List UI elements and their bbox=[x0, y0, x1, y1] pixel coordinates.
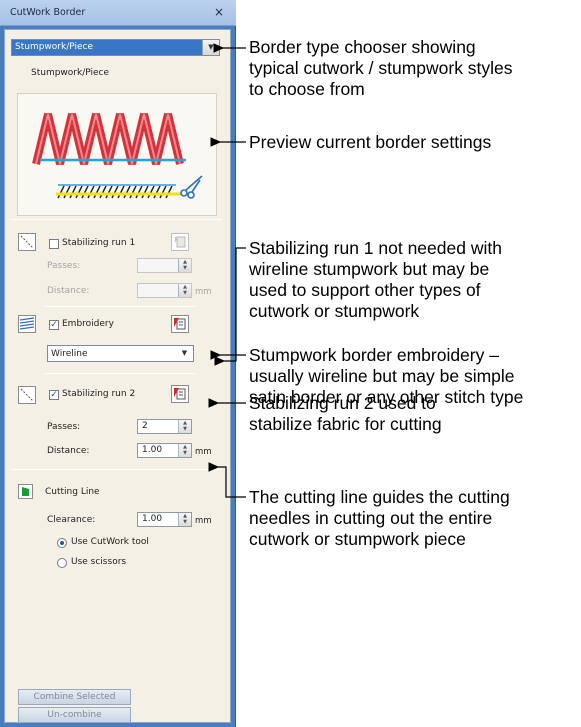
callout-line: Stabilizing run 2 used to bbox=[249, 393, 436, 413]
callout-line: Stabilizing run 1 not needed with bbox=[249, 238, 502, 258]
callout-line: needles in cutting out the entire bbox=[249, 508, 493, 528]
callout-line: cutwork or stumpwork piece bbox=[249, 529, 466, 549]
callout-line: cutwork or stumpwork bbox=[249, 301, 420, 321]
callout-line: Preview current border settings bbox=[249, 132, 492, 152]
callout-line: to choose from bbox=[249, 79, 365, 99]
callout-stab2: Stabilizing run 2 used to stabilize fabr… bbox=[249, 393, 442, 435]
callout-preview: Preview current border settings bbox=[249, 132, 491, 153]
callout-border-type: Border type chooser showing typical cutw… bbox=[249, 37, 513, 100]
callout-line: Border type chooser showing bbox=[249, 37, 476, 57]
callout-line: usually wireline but may be simple bbox=[249, 366, 515, 386]
callout-line: The cutting line guides the cutting bbox=[249, 487, 510, 507]
callout-line: stabilize fabric for cutting bbox=[249, 414, 442, 434]
callout-line: used to support other types of bbox=[249, 280, 481, 300]
callout-line: Stumpwork border embroidery – bbox=[249, 345, 499, 365]
callout-line: wireline stumpwork but may be bbox=[249, 259, 490, 279]
callout-stab1: Stabilizing run 1 not needed with wireli… bbox=[249, 238, 502, 322]
callout-cutting: The cutting line guides the cutting need… bbox=[249, 487, 510, 550]
callout-line: typical cutwork / stumpwork styles bbox=[249, 58, 513, 78]
